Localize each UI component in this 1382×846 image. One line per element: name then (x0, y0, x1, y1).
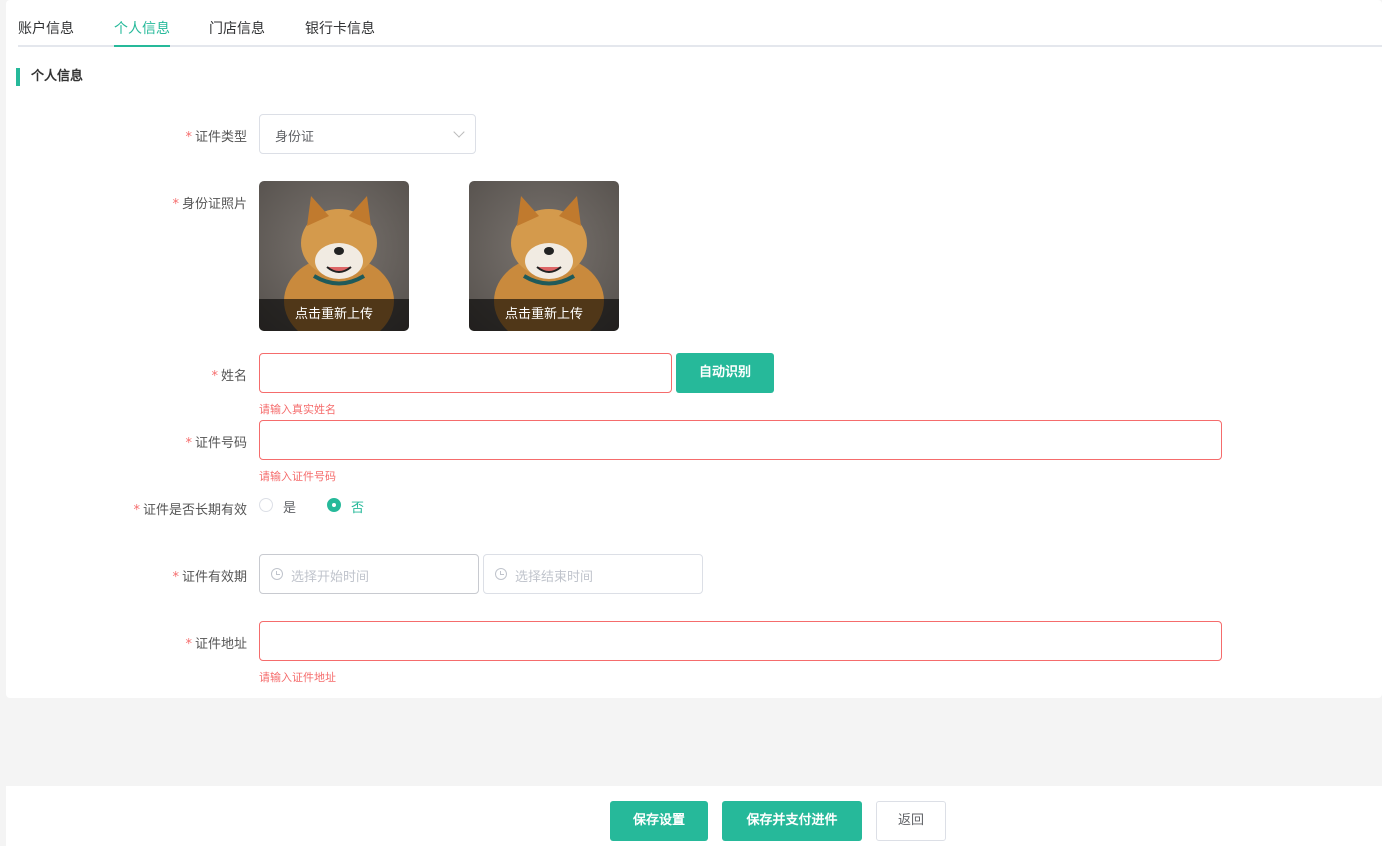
reupload-label: 点击重新上传 (259, 299, 409, 331)
address-error: 请输入证件地址 (259, 671, 336, 684)
address-input[interactable] (259, 621, 1222, 661)
save-and-pay-button[interactable]: 保存并支付进件 (722, 801, 862, 841)
auto-recognize-button[interactable]: 自动识别 (676, 353, 774, 393)
end-date-picker[interactable]: 选择结束时间 (483, 554, 703, 594)
long-term-label: * 证件是否长期有效 (133, 503, 247, 518)
id-type-value: 身份证 (275, 130, 315, 145)
id-type-label: * 证件类型 (185, 130, 247, 145)
radio-no[interactable] (327, 498, 341, 512)
back-button[interactable]: 返回 (876, 801, 946, 841)
reupload-label: 点击重新上传 (469, 299, 619, 331)
id-photo-back[interactable]: 点击重新上传 (469, 181, 619, 331)
save-button[interactable]: 保存设置 (610, 801, 708, 841)
radio-no-label[interactable]: 否 (351, 497, 364, 516)
name-label: * 姓名 (211, 369, 247, 384)
chevron-down-icon (453, 126, 465, 138)
id-photo-label: * 身份证照片 (172, 197, 247, 212)
id-number-input[interactable] (259, 420, 1222, 460)
radio-yes-label[interactable]: 是 (283, 497, 296, 516)
section-title: 个人信息 (16, 68, 83, 86)
validity-label: * 证件有效期 (172, 570, 247, 585)
id-number-error: 请输入证件号码 (259, 470, 336, 483)
start-date-picker[interactable]: 选择开始时间 (259, 554, 479, 594)
radio-yes[interactable] (259, 498, 273, 512)
clock-icon (495, 568, 507, 580)
id-number-label: * 证件号码 (185, 436, 247, 451)
tab-account-info[interactable]: 账户信息 (18, 18, 74, 47)
end-date-placeholder: 选择结束时间 (515, 570, 594, 585)
tab-bank-card-info[interactable]: 银行卡信息 (305, 18, 375, 47)
start-date-placeholder: 选择开始时间 (291, 570, 370, 585)
tab-bar: 账户信息 个人信息 门店信息 银行卡信息 (18, 0, 1382, 47)
name-input[interactable] (259, 353, 672, 393)
id-photo-front[interactable]: 点击重新上传 (259, 181, 409, 331)
address-label: * 证件地址 (185, 637, 247, 652)
id-type-select[interactable]: 身份证 (259, 114, 476, 154)
clock-icon (271, 568, 283, 580)
name-error: 请输入真实姓名 (259, 403, 336, 416)
tab-store-info[interactable]: 门店信息 (209, 18, 265, 47)
tab-personal-info[interactable]: 个人信息 (114, 18, 170, 47)
